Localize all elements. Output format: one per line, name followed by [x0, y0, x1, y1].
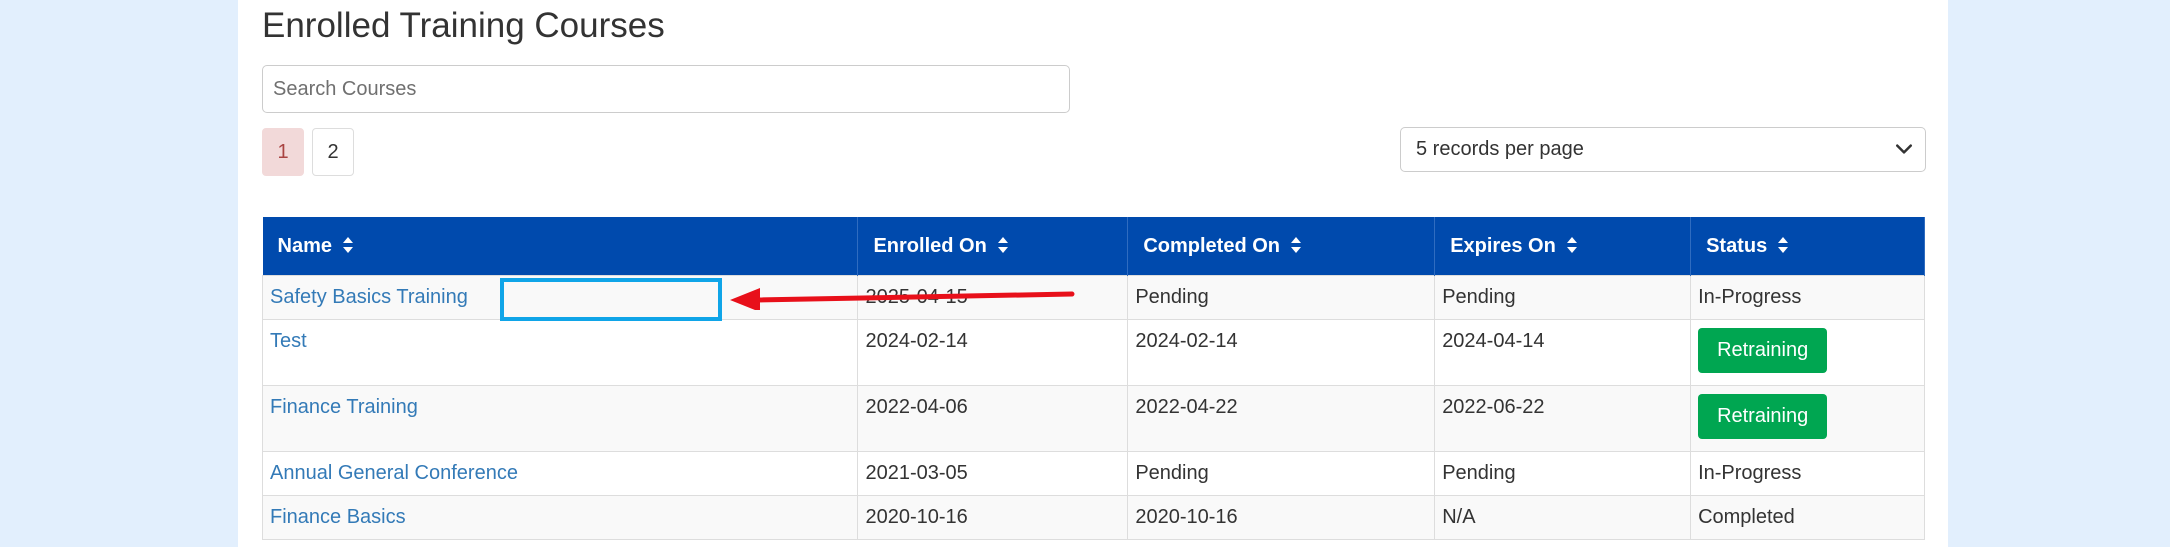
column-header-completed-on[interactable]: Completed On [1127, 217, 1436, 276]
cell-name: Test [261, 319, 859, 386]
sort-icon [342, 236, 353, 253]
chevron-down-icon [1896, 144, 1912, 154]
main-panel: Enrolled Training Courses 1 2 5 records … [238, 0, 1948, 547]
cell-status: Retraining [1690, 385, 1925, 452]
course-link-finance-training[interactable]: Finance Training [270, 396, 418, 418]
cell-completed-on: 2020-10-16 [1127, 495, 1436, 540]
retraining-button[interactable]: Retraining [1698, 328, 1828, 373]
cell-completed-on: 2022-04-22 [1127, 385, 1436, 452]
highlight-annotation-box [500, 278, 722, 321]
page-button-1[interactable]: 1 [262, 128, 304, 176]
cell-expires-on: Pending [1434, 275, 1692, 320]
table-row: Annual General Conference 2021-03-05 Pen… [261, 451, 1925, 496]
page-title: Enrolled Training Courses [262, 6, 665, 45]
arrow-annotation-icon [730, 288, 1075, 310]
cell-enrolled-on: 2021-03-05 [857, 451, 1129, 496]
table-row: Finance Training 2022-04-06 2022-04-22 2… [261, 385, 1925, 452]
column-header-enrolled-on[interactable]: Enrolled On [857, 217, 1129, 276]
cell-status: Retraining [1690, 319, 1925, 386]
cell-completed-on: Pending [1127, 451, 1436, 496]
records-per-page-value: 5 records per page [1416, 138, 1584, 160]
search-input[interactable] [262, 65, 1070, 113]
cell-name: Annual General Conference [261, 451, 859, 496]
cell-status: In-Progress [1690, 451, 1925, 496]
sort-icon [997, 236, 1008, 253]
sort-icon [1291, 236, 1301, 253]
course-link-test[interactable]: Test [270, 330, 307, 352]
sort-icon [1778, 236, 1789, 253]
cell-enrolled-on: 2020-10-16 [857, 495, 1129, 540]
cell-completed-on: Pending [1127, 275, 1436, 320]
cell-expires-on: 2022-06-22 [1434, 385, 1692, 452]
course-link-annual-general-conference[interactable]: Annual General Conference [270, 462, 518, 484]
cell-expires-on: Pending [1434, 451, 1692, 496]
pagination: 1 2 [262, 128, 354, 176]
cell-expires-on: 2024-04-14 [1434, 319, 1692, 386]
table-row: Finance Basics 2020-10-16 2020-10-16 N/A… [261, 495, 1925, 540]
column-header-name[interactable]: Name [262, 217, 859, 276]
courses-table: Name Enrolled On Completed On Expires On… [261, 217, 1925, 540]
cell-status: In-Progress [1690, 275, 1925, 320]
cell-completed-on: 2024-02-14 [1127, 319, 1436, 386]
column-header-expires-on[interactable]: Expires On [1434, 217, 1692, 276]
cell-enrolled-on: 2024-02-14 [857, 319, 1129, 386]
table-header-row: Name Enrolled On Completed On Expires On… [262, 217, 1925, 276]
cell-name: Finance Training [261, 385, 859, 452]
cell-name: Finance Basics [261, 495, 859, 540]
course-link-finance-basics[interactable]: Finance Basics [270, 506, 406, 528]
column-header-status[interactable]: Status [1690, 217, 1925, 276]
sort-icon [1566, 236, 1577, 253]
cell-status: Completed [1690, 495, 1925, 540]
records-per-page-select[interactable]: 5 records per page [1400, 127, 1926, 172]
table-row: Test 2024-02-14 2024-02-14 2024-04-14 Re… [261, 319, 1925, 386]
page-button-2[interactable]: 2 [312, 128, 354, 176]
cell-enrolled-on: 2022-04-06 [857, 385, 1129, 452]
course-link-safety-basics-training[interactable]: Safety Basics Training [270, 286, 468, 308]
cell-expires-on: N/A [1434, 495, 1692, 540]
retraining-button[interactable]: Retraining [1698, 394, 1828, 439]
